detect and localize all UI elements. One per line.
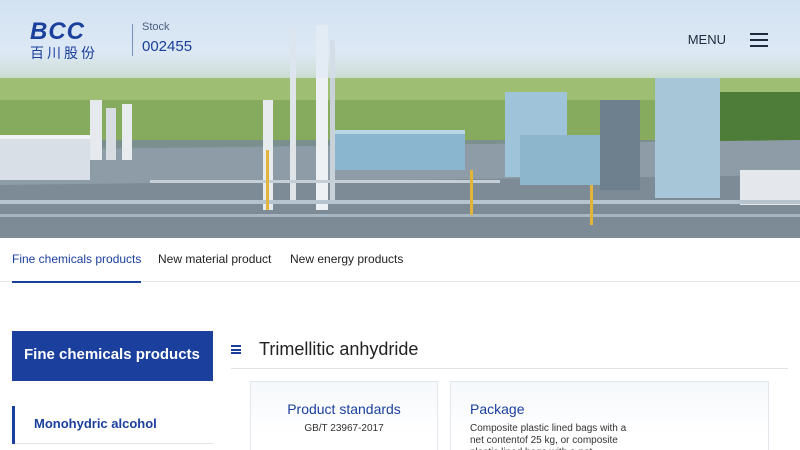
tab-new-material[interactable]: New material product [158,238,271,282]
tab-new-energy[interactable]: New energy products [290,238,403,282]
sidebar-item-monohydric-alcohol[interactable]: Monohydric alcohol [12,406,213,444]
stock-label: Stock [142,21,170,33]
package-title: Package [470,401,525,417]
category-tabs: Fine chemicals products New material pro… [0,238,800,283]
sidebar-title: Fine chemicals products [12,331,213,381]
package-description: Composite plastic lined bags with a net … [470,423,627,450]
bcc-logo[interactable]: BCC 百川股份 [30,20,110,64]
tab-fine-chemicals[interactable]: Fine chemicals products [12,238,142,283]
product-heading: Trimellitic anhydride [231,336,788,369]
menu-label: MENU [687,32,726,47]
product-title: Trimellitic anhydride [259,339,419,359]
header-divider [132,24,133,56]
product-standards-card: Product standards GB/T 23967-2017 [250,381,438,450]
stock-code: 002455 [142,38,193,55]
stock-info: Stock 002455 [142,20,192,56]
standards-value: GB/T 23967-2017 [304,423,384,434]
logo-wordmark: BCC [30,18,85,45]
hero-banner: BCC 百川股份 Stock 002455 MENU [0,0,800,238]
list-icon [231,345,241,354]
menu-button[interactable]: MENU [688,32,768,48]
hamburger-icon[interactable] [750,33,768,47]
top-navigation-bar: BCC 百川股份 Stock 002455 MENU [0,0,800,80]
package-card: Package Composite plastic lined bags wit… [450,381,769,450]
sidebar-list: Monohydric alcohol [12,406,213,444]
standards-title: Product standards [287,401,401,417]
logo-chinese-name: 百川股份 [30,46,98,62]
